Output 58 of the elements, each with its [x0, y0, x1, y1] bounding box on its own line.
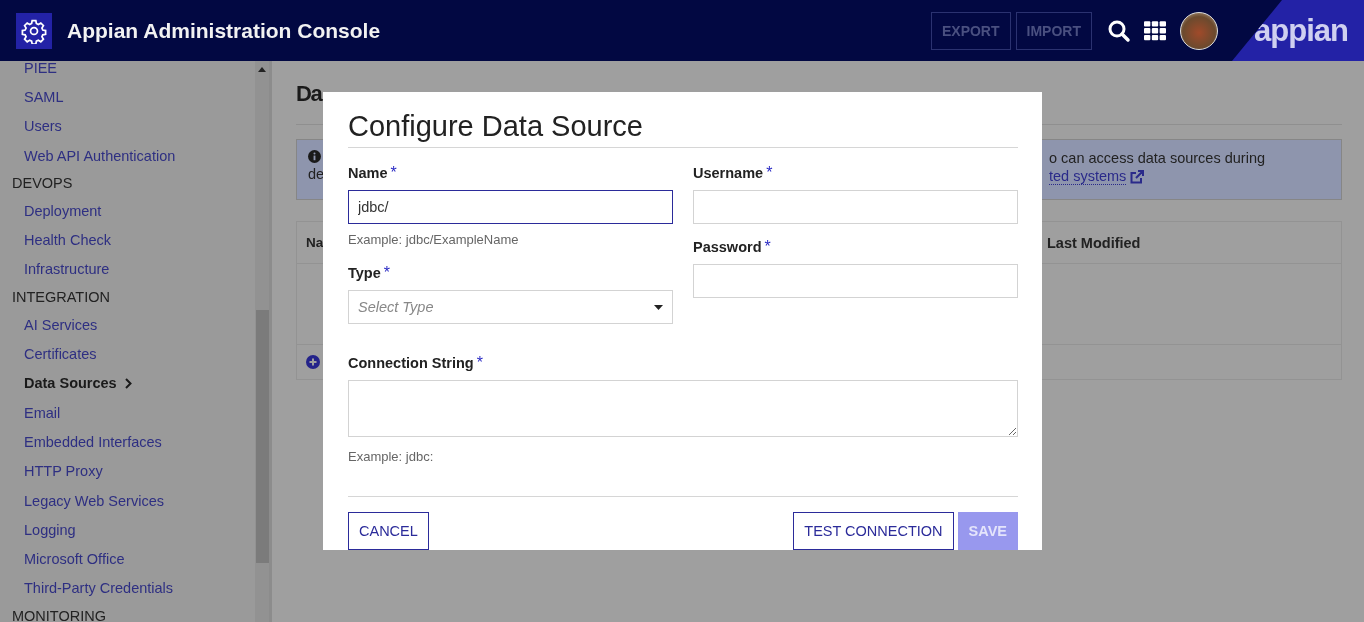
- external-link-icon[interactable]: [1130, 169, 1145, 184]
- sidebar-link[interactable]: Email: [0, 397, 255, 428]
- field-label: Connection String: [348, 355, 474, 371]
- chevron-right-icon: [124, 377, 132, 389]
- caret-icon: [654, 304, 663, 310]
- sidebar-section-heading: DEVOPS: [11, 174, 74, 194]
- info-icon: [308, 150, 321, 163]
- sidebar-link[interactable]: Deployment: [0, 196, 255, 226]
- sidebar-link[interactable]: PIEE: [0, 61, 255, 83]
- sidebar-section-heading: MONITORING: [11, 607, 107, 622]
- text-field[interactable]: [693, 190, 1018, 224]
- appian-logo: appian: [1232, 0, 1364, 61]
- field-label: Username: [693, 165, 764, 181]
- sidebar-link[interactable]: Data Sources: [0, 368, 255, 398]
- required-mark: *: [390, 164, 397, 182]
- search-icon[interactable]: [1107, 18, 1131, 43]
- column-header: Last Modified: [1047, 234, 1142, 251]
- dialog-button[interactable]: TEST CONNECTION: [793, 512, 954, 550]
- required-mark: *: [766, 164, 773, 182]
- sidebar-link[interactable]: Certificates: [0, 339, 255, 369]
- type-dropdown[interactable]: Select Type: [348, 290, 673, 324]
- sidebar-link[interactable]: HTTP Proxy: [0, 456, 255, 486]
- sidebar-link[interactable]: Logging: [0, 515, 255, 545]
- app-title: Appian Administration Console: [67, 18, 381, 43]
- scrollbar-thumb[interactable]: [255, 310, 269, 563]
- field-label: Password: [693, 239, 762, 255]
- sidebar-section-heading: INTEGRATION: [11, 288, 111, 308]
- connection-string-field[interactable]: [348, 380, 1018, 437]
- scroll-up-icon[interactable]: [258, 67, 266, 72]
- field-hint: Example: jdbc/ExampleName: [348, 232, 520, 249]
- required-mark: *: [476, 354, 483, 372]
- sidebar-link[interactable]: Web API Authentication: [0, 140, 255, 171]
- field-label: Type: [348, 265, 381, 281]
- column-header: Na: [306, 235, 324, 250]
- info-text: de: [308, 166, 325, 182]
- dialog-title: Configure Data Source: [348, 104, 1018, 148]
- dialog-button[interactable]: CANCEL: [348, 512, 429, 550]
- sidebar-link[interactable]: Legacy Web Services: [0, 485, 255, 516]
- add-icon[interactable]: [306, 355, 320, 369]
- field-hint: Example: jdbc:: [348, 449, 435, 466]
- sidebar-link[interactable]: SAML: [0, 82, 255, 112]
- password-field[interactable]: [693, 264, 1018, 298]
- user-avatar[interactable]: [1180, 11, 1218, 50]
- sidebar-link[interactable]: Third-Party Credentials: [0, 573, 255, 604]
- sidebar-link[interactable]: Users: [0, 111, 255, 141]
- field-label: Name: [348, 165, 388, 181]
- required-mark: *: [764, 238, 771, 256]
- required-mark: *: [383, 264, 390, 282]
- sidebar-link[interactable]: Microsoft Office: [0, 544, 255, 574]
- sidebar-link[interactable]: Embedded Interfaces: [0, 427, 255, 457]
- info-link[interactable]: ted systems: [1049, 168, 1127, 185]
- sidebar-link[interactable]: Infrastructure: [0, 254, 255, 285]
- info-text: o can access data sources during: [1049, 150, 1265, 166]
- text-field[interactable]: jdbc/: [348, 190, 673, 224]
- app-grid-icon[interactable]: [1144, 20, 1166, 41]
- sidebar-link[interactable]: Health Check: [0, 225, 255, 255]
- sidebar-link[interactable]: AI Services: [0, 310, 255, 340]
- settings-icon[interactable]: [16, 12, 52, 49]
